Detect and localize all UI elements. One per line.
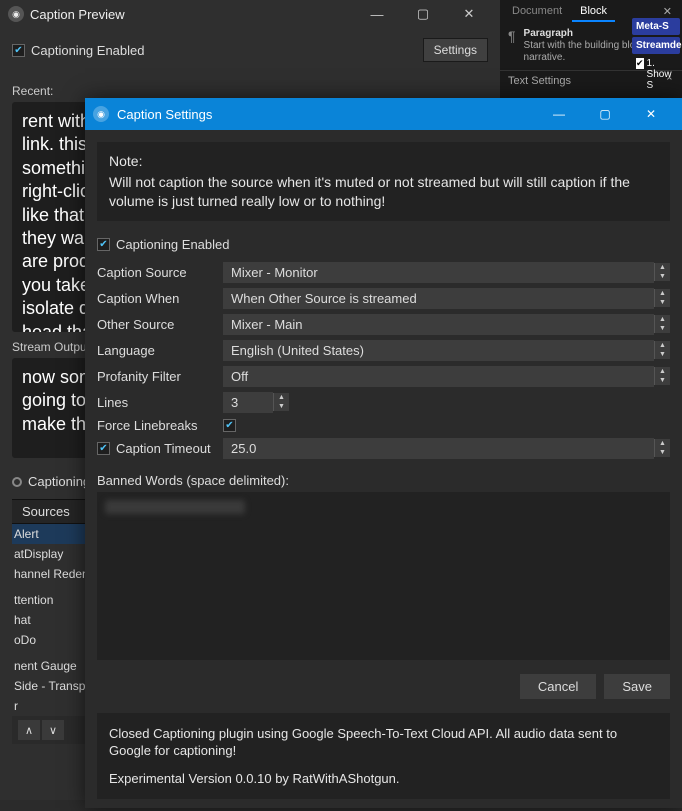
status-dot-icon <box>12 477 22 487</box>
checkmark-icon: ✔ <box>97 238 110 251</box>
other-source-label: Other Source <box>97 317 223 332</box>
checkmark-icon: ✔ <box>223 419 236 432</box>
select-spinner[interactable]: ▲▼ <box>654 341 670 359</box>
banned-words-input[interactable] <box>97 492 670 660</box>
info-box: Closed Captioning plugin using Google Sp… <box>97 713 670 800</box>
force-linebreaks-checkbox[interactable]: ✔ <box>223 419 236 432</box>
cancel-button[interactable]: Cancel <box>520 674 596 699</box>
captioning-enabled-checkbox[interactable]: ✔ Captioning Enabled <box>12 43 144 58</box>
banned-words-label: Banned Words (space delimited): <box>97 473 670 488</box>
maximize-button[interactable]: ▢ <box>400 0 446 28</box>
tab-block[interactable]: Block <box>572 2 615 22</box>
caption-timeout-checkbox[interactable]: ✔ Caption Timeout <box>97 441 223 456</box>
select-spinner[interactable]: ▲▼ <box>654 263 670 281</box>
settings-button[interactable]: Settings <box>423 38 488 62</box>
captioning-enabled-label: Captioning Enabled <box>31 43 144 58</box>
note-title: Note: <box>109 152 658 171</box>
note-body: Will not caption the source when it's mu… <box>109 173 658 211</box>
language-label: Language <box>97 343 223 358</box>
checkmark-icon: ✔ <box>12 44 25 57</box>
number-spinner[interactable]: ▲▼ <box>273 393 289 411</box>
caption-when-label: Caption When <box>97 291 223 306</box>
caption-source-select[interactable]: Mixer - Monitor <box>223 262 654 283</box>
language-select[interactable]: English (United States) <box>223 340 654 361</box>
promo-badges: Meta-S Streamde ✔1. Show S <box>632 18 680 93</box>
app-icon: ◉ <box>8 6 24 22</box>
preview-titlebar[interactable]: ◉ Caption Preview — ▢ ✕ <box>0 0 500 28</box>
settings-titlebar[interactable]: ◉ Caption Settings — ▢ ✕ <box>85 98 682 130</box>
profanity-filter-label: Profanity Filter <box>97 369 223 384</box>
caption-when-select[interactable]: When Other Source is streamed <box>223 288 654 309</box>
settings-title-text: Caption Settings <box>117 107 212 122</box>
captioning-enabled-checkbox[interactable]: ✔ Captioning Enabled <box>97 237 229 252</box>
close-button[interactable]: ✕ <box>446 0 492 28</box>
caption-settings-dialog: ◉ Caption Settings — ▢ ✕ Note: Will not … <box>85 98 682 808</box>
preview-title-text: Caption Preview <box>30 7 125 22</box>
lines-input[interactable]: 3 <box>223 392 273 413</box>
caption-timeout-input[interactable]: 25.0 <box>223 438 654 459</box>
captioning-status-label: Captioning <box>28 474 90 489</box>
caption-timeout-label: Caption Timeout <box>116 441 211 456</box>
promo-checkbox[interactable]: ✔1. Show S <box>632 56 680 93</box>
minimize-button[interactable]: — <box>354 0 400 28</box>
save-button[interactable]: Save <box>604 674 670 699</box>
close-button[interactable]: ✕ <box>628 98 674 130</box>
select-spinner[interactable]: ▲▼ <box>654 367 670 385</box>
info-line-2: Experimental Version 0.0.10 by RatWithAS… <box>109 770 658 788</box>
minimize-button[interactable]: — <box>536 98 582 130</box>
tab-document[interactable]: Document <box>504 2 570 22</box>
redacted-text <box>105 500 245 514</box>
paragraph-icon: ¶ <box>508 28 516 44</box>
recent-label: Recent: <box>12 84 488 98</box>
select-spinner[interactable]: ▲▼ <box>654 315 670 333</box>
note-box: Note: Will not caption the source when i… <box>97 142 670 221</box>
badge: Streamde <box>632 37 680 54</box>
app-icon: ◉ <box>93 106 109 122</box>
force-linebreaks-label: Force Linebreaks <box>97 418 223 433</box>
profanity-filter-select[interactable]: Off <box>223 366 654 387</box>
info-line-1: Closed Captioning plugin using Google Sp… <box>109 725 658 760</box>
caption-source-label: Caption Source <box>97 265 223 280</box>
badge: Meta-S <box>632 18 680 35</box>
checkmark-icon: ✔ <box>97 442 110 455</box>
captioning-enabled-label: Captioning Enabled <box>116 237 229 252</box>
move-up-button[interactable]: ∧ <box>18 720 40 740</box>
maximize-button[interactable]: ▢ <box>582 98 628 130</box>
number-spinner[interactable]: ▲▼ <box>654 439 670 457</box>
lines-label: Lines <box>97 395 223 410</box>
move-down-button[interactable]: ∨ <box>42 720 64 740</box>
text-settings-label: Text Settings <box>508 75 571 88</box>
select-spinner[interactable]: ▲▼ <box>654 289 670 307</box>
other-source-select[interactable]: Mixer - Main <box>223 314 654 335</box>
